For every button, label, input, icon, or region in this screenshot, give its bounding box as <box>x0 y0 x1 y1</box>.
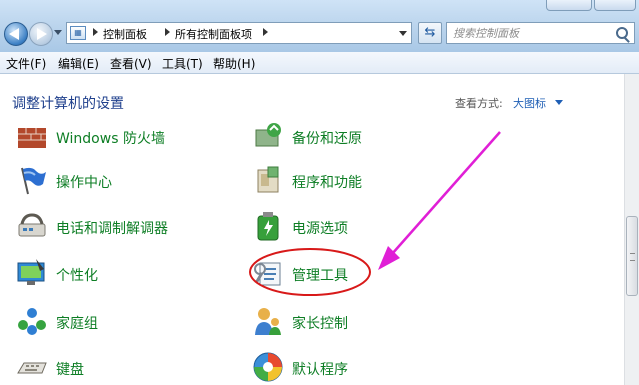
search-icon[interactable] <box>616 27 628 39</box>
default-programs-icon <box>253 352 283 382</box>
address-dropdown-chevron-down-icon[interactable] <box>399 31 407 36</box>
breadcrumb-separator-icon[interactable] <box>93 28 98 36</box>
recent-pages-chevron-down-icon[interactable] <box>54 30 62 35</box>
keyboard-icon <box>17 362 47 374</box>
item-label: 电源选项 <box>292 221 348 237</box>
item-label: 家长控制 <box>292 316 348 332</box>
homegroup-icon <box>18 308 46 335</box>
control-panel-content: 调整计算机的设置 查看方式: 大图标 Windows 防火墙 备份和还原 操作中… <box>0 74 624 385</box>
item-label: 键盘 <box>56 362 84 378</box>
menu-bar: 文件(F) 编辑(E) 查看(V) 工具(T) 帮助(H) <box>0 52 639 74</box>
phone-modem-icon <box>18 213 46 237</box>
view-by-chevron-down-icon[interactable] <box>555 100 563 105</box>
forward-arrow-icon <box>37 28 47 40</box>
item-label: 操作中心 <box>56 175 112 191</box>
vertical-scrollbar[interactable] <box>624 74 639 385</box>
item-label: 管理工具 <box>292 268 348 284</box>
programs-icon <box>257 166 279 193</box>
personalization-icon <box>17 259 45 285</box>
firewall-icon <box>18 128 46 148</box>
item-label: 程序和功能 <box>292 175 362 191</box>
admin-tools-icon <box>254 262 281 286</box>
minimize-button[interactable] <box>546 0 592 11</box>
breadcrumb-all-items[interactable]: 所有控制面板项 <box>175 26 252 42</box>
menu-edit[interactable]: 编辑(E) <box>58 55 99 72</box>
scrollbar-thumb[interactable] <box>626 216 638 296</box>
address-bar[interactable]: ▦ 控制面板 所有控制面板项 <box>66 22 412 44</box>
breadcrumb-separator-icon[interactable] <box>263 28 268 36</box>
item-label: 备份和还原 <box>292 131 362 147</box>
page-title: 调整计算机的设置 <box>12 96 124 112</box>
item-label: Windows 防火墙 <box>56 131 165 147</box>
menu-view[interactable]: 查看(V) <box>110 55 152 72</box>
backup-icon <box>255 123 281 147</box>
power-options-icon <box>257 212 279 241</box>
item-label: 个性化 <box>56 268 98 284</box>
menu-help[interactable]: 帮助(H) <box>213 55 255 72</box>
search-input[interactable] <box>453 25 603 41</box>
refresh-icon: ⇆ <box>424 25 436 40</box>
refresh-button[interactable]: ⇆ <box>418 22 442 44</box>
breadcrumb-separator-icon[interactable] <box>165 28 170 36</box>
view-by-dropdown[interactable]: 大图标 <box>513 95 546 111</box>
parental-controls-icon <box>255 308 281 335</box>
window-chrome: ▦ 控制面板 所有控制面板项 ⇆ <box>0 0 639 52</box>
breadcrumb-control-panel[interactable]: 控制面板 <box>103 26 147 42</box>
view-by-label: 查看方式: <box>455 97 503 110</box>
close-button[interactable] <box>594 0 636 11</box>
menu-tools[interactable]: 工具(T) <box>162 55 203 72</box>
menu-file[interactable]: 文件(F) <box>6 55 46 72</box>
item-label: 家庭组 <box>56 316 98 332</box>
back-button[interactable] <box>4 22 28 46</box>
search-box[interactable] <box>446 22 635 44</box>
action-center-flag-icon <box>21 167 46 195</box>
item-label: 默认程序 <box>292 362 348 378</box>
item-label: 电话和调制解调器 <box>56 221 168 237</box>
back-arrow-icon <box>9 28 19 40</box>
forward-button[interactable] <box>29 22 53 46</box>
control-panel-icon: ▦ <box>70 26 86 40</box>
